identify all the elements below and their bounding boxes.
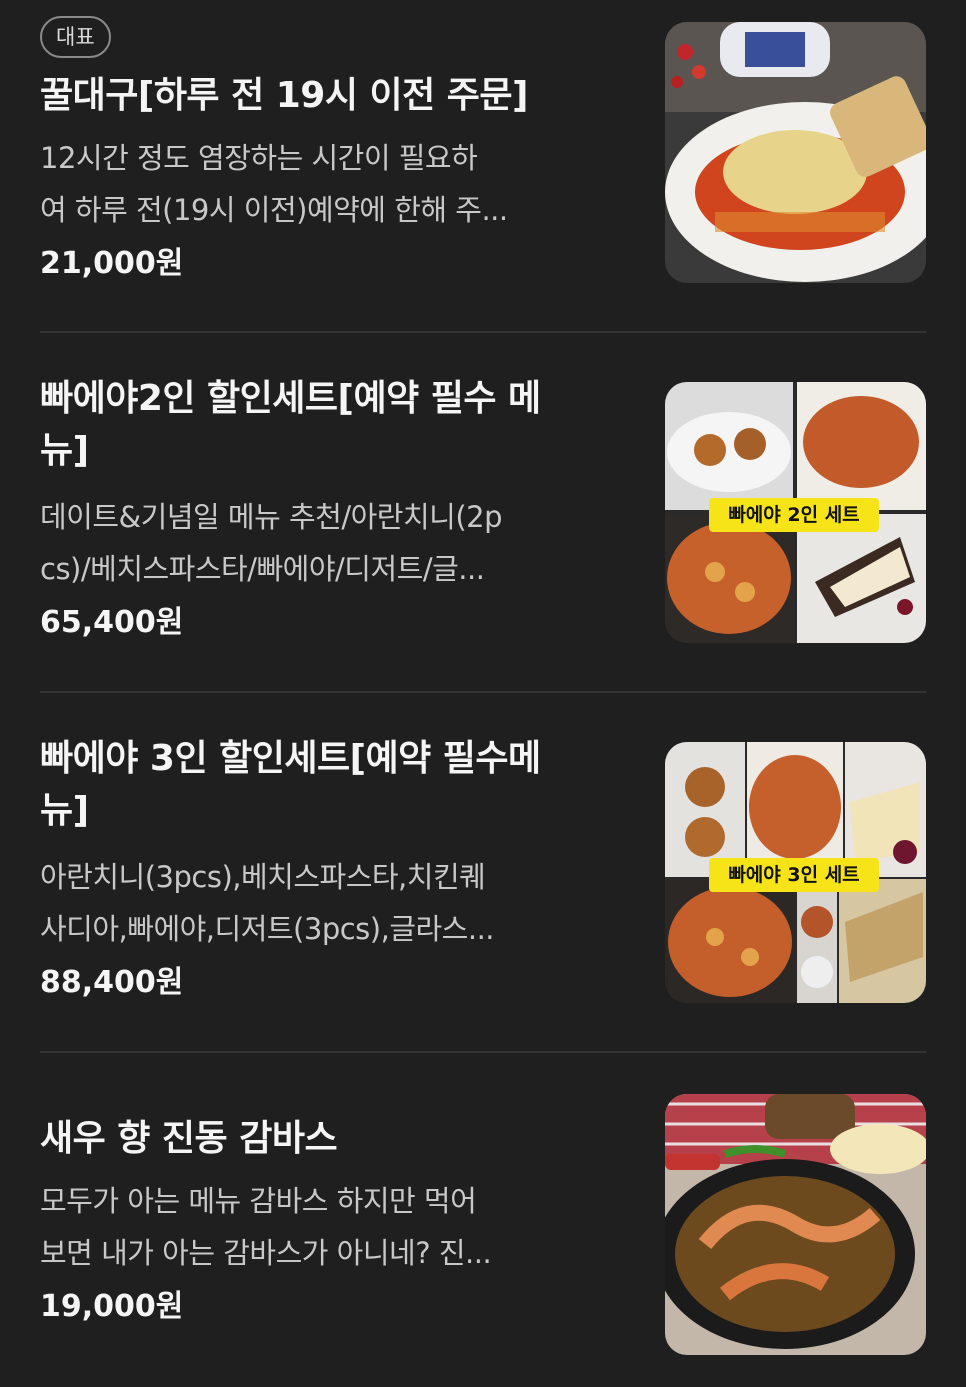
set-label: 빠에야 2인 세트 bbox=[709, 498, 879, 532]
menu-title-line: 빠에야 3인 할인세트[예약 필수메 bbox=[40, 738, 541, 779]
menu-image[interactable] bbox=[665, 1094, 926, 1355]
menu-title-line: 새우 향 진동 감바스 bbox=[40, 1118, 338, 1159]
baked-cod-dish-image bbox=[665, 22, 926, 283]
menu-description-line: 모두가 아는 메뉴 감바스 하지만 먹어 bbox=[40, 1184, 477, 1218]
menu-image[interactable]: 빠에야 3인 세트 bbox=[665, 742, 926, 1003]
menu-title-line: 꿀대구[하루 전 19시 이전 주문] bbox=[40, 75, 528, 116]
menu-description-line: 데이트&기념일 메뉴 추천/아란치니(2p bbox=[40, 500, 503, 534]
menu-item[interactable]: 새우 향 진동 감바스 모두가 아는 메뉴 감바스 하지만 먹어 보면 내가 아… bbox=[40, 1053, 926, 1387]
menu-description-line: 12시간 정도 염장하는 시간이 필요하 bbox=[40, 141, 478, 175]
menu-title-line: 뉴] bbox=[40, 430, 89, 471]
menu-item[interactable]: 빠에야 3인 할인세트[예약 필수메 뉴] 아란치니(3pcs),베치스파스타,… bbox=[40, 693, 926, 1051]
menu-price: 88,400원 bbox=[40, 965, 184, 1000]
menu-price: 19,000원 bbox=[40, 1289, 184, 1324]
menu-title: 꿀대구[하루 전 19시 이전 주문] bbox=[40, 70, 630, 122]
menu-description-line: cs)/베치스파스타/빠에야/디저트/글... bbox=[40, 552, 485, 586]
menu-title: 새우 향 진동 감바스 bbox=[40, 1113, 630, 1165]
menu-price: 21,000원 bbox=[40, 246, 184, 281]
menu-description: 12시간 정도 염장하는 시간이 필요하 여 하루 전(19시 이전)예약에 한… bbox=[40, 132, 630, 236]
set-label: 빠에야 3인 세트 bbox=[709, 858, 879, 892]
menu-description-line: 여 하루 전(19시 이전)예약에 한해 주... bbox=[40, 193, 508, 227]
menu-description-line: 보면 내가 아는 감바스가 아니네? 진... bbox=[40, 1236, 492, 1270]
menu-description-line: 아란치니(3pcs),베치스파스타,치킨퀘 bbox=[40, 860, 486, 894]
menu-item[interactable]: 대표 꿀대구[하루 전 19시 이전 주문] 12시간 정도 염장하는 시간이 … bbox=[40, 0, 926, 330]
menu-description: 아란치니(3pcs),베치스파스타,치킨퀘 사디아,빠에야,디저트(3pcs),… bbox=[40, 851, 630, 955]
menu-title: 빠에야 3인 할인세트[예약 필수메 뉴] bbox=[40, 733, 630, 837]
menu-price: 65,400원 bbox=[40, 605, 184, 640]
menu-list: 대표 꿀대구[하루 전 19시 이전 주문] 12시간 정도 염장하는 시간이 … bbox=[0, 0, 966, 1387]
menu-description: 모두가 아는 메뉴 감바스 하지만 먹어 보면 내가 아는 감바스가 아니네? … bbox=[40, 1175, 630, 1279]
menu-item[interactable]: 빠에야2인 할인세트[예약 필수 메 뉴] 데이트&기념일 메뉴 추천/아란치니… bbox=[40, 333, 926, 691]
gambas-skillet-image bbox=[665, 1094, 926, 1355]
menu-title: 빠에야2인 할인세트[예약 필수 메 뉴] bbox=[40, 373, 630, 477]
menu-title-line: 뉴] bbox=[40, 790, 89, 831]
menu-image[interactable] bbox=[665, 22, 926, 283]
menu-description-line: 사디아,빠에야,디저트(3pcs),글라스... bbox=[40, 912, 495, 946]
menu-title-line: 빠에야2인 할인세트[예약 필수 메 bbox=[40, 378, 541, 419]
menu-image[interactable]: 빠에야 2인 세트 bbox=[665, 382, 926, 643]
signature-badge: 대표 bbox=[40, 16, 111, 58]
menu-description: 데이트&기념일 메뉴 추천/아란치니(2p cs)/베치스파스타/빠에야/디저트… bbox=[40, 491, 630, 595]
